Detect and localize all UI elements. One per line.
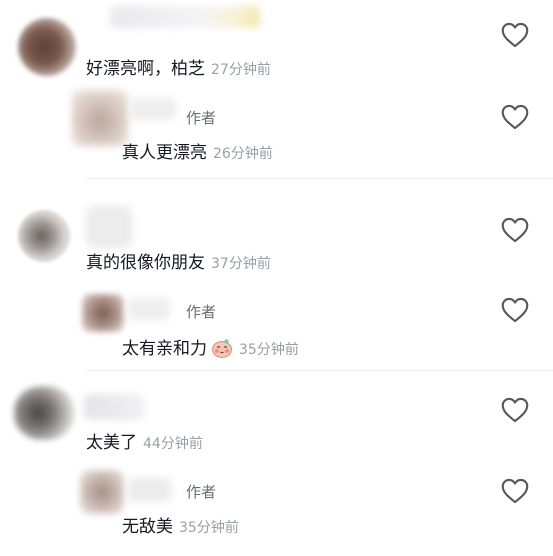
avatar[interactable] — [72, 90, 128, 146]
comment-text: 太美了 44分钟前 — [86, 432, 203, 455]
heart-outline-icon[interactable] — [501, 478, 529, 504]
avatar[interactable] — [80, 470, 124, 514]
reply-text: 无敌美 35分钟前 — [122, 516, 239, 539]
divider — [86, 178, 553, 179]
reply-text: 真人更漂亮 26分钟前 — [122, 142, 273, 165]
avatar[interactable] — [18, 18, 76, 76]
username[interactable] — [110, 6, 260, 28]
blushing-face-emoji — [211, 337, 233, 359]
username[interactable] — [84, 394, 144, 420]
reply-time: 26分钟前 — [213, 146, 273, 162]
heart-outline-icon[interactable] — [501, 397, 529, 423]
comment-time: 37分钟前 — [211, 256, 271, 272]
username[interactable] — [86, 206, 132, 248]
reply-time: 35分钟前 — [179, 520, 239, 536]
author-badge: 作者 — [186, 109, 217, 127]
avatar[interactable] — [82, 294, 124, 332]
reply-text: 太有亲和力 35分钟前 — [122, 337, 299, 361]
comment-text: 真的很像你朋友 37分钟前 — [86, 252, 271, 275]
comment-text: 好漂亮啊，柏芝 27分钟前 — [86, 58, 271, 81]
username[interactable] — [128, 478, 172, 502]
avatar[interactable] — [14, 386, 74, 440]
comment-body: 太美了 — [86, 433, 137, 453]
reply-body: 真人更漂亮 — [122, 143, 207, 163]
heart-outline-icon[interactable] — [501, 297, 529, 323]
divider — [86, 370, 553, 371]
comment-time: 27分钟前 — [211, 62, 271, 78]
author-badge: 作者 — [186, 303, 217, 321]
reply-body: 太有亲和力 — [122, 339, 207, 359]
reply-time: 35分钟前 — [239, 342, 299, 358]
avatar[interactable] — [18, 210, 70, 262]
comment-body: 好漂亮啊，柏芝 — [86, 59, 205, 79]
comment-time: 44分钟前 — [143, 436, 203, 452]
heart-outline-icon[interactable] — [501, 104, 529, 130]
heart-outline-icon[interactable] — [501, 22, 529, 48]
author-badge: 作者 — [186, 483, 217, 501]
reply-body: 无敌美 — [122, 517, 173, 537]
comment-body: 真的很像你朋友 — [86, 253, 205, 273]
username[interactable] — [128, 298, 170, 320]
heart-outline-icon[interactable] — [501, 217, 529, 243]
username[interactable] — [130, 98, 176, 120]
